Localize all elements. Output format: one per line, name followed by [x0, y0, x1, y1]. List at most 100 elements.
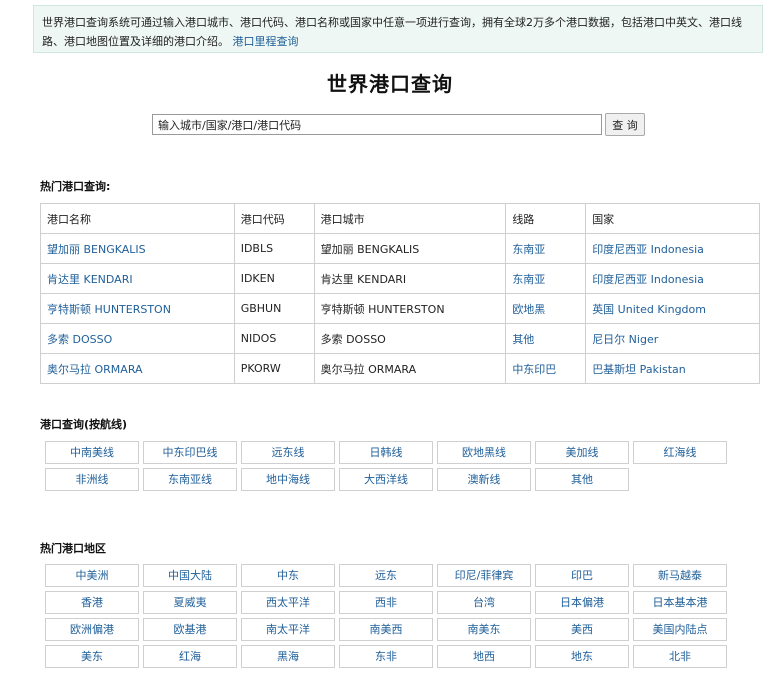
table-cell: 其他 [505, 323, 587, 354]
table-cell: NIDOS [233, 323, 315, 354]
route-button[interactable]: 东南亚线 [143, 468, 237, 491]
country-link[interactable]: 英国 United Kingdom [592, 303, 706, 316]
table-cell: IDBLS [233, 233, 315, 264]
region-button[interactable]: 美东 [45, 645, 139, 668]
region-button[interactable]: 印巴 [535, 564, 629, 587]
column-header: 港口城市 [313, 203, 507, 234]
port-mileage-link[interactable]: 港口里程查询 [233, 35, 299, 48]
country-link[interactable]: 巴基斯坦 Pakistan [592, 363, 686, 376]
route-link[interactable]: 东南亚 [512, 273, 545, 286]
region-button[interactable]: 西太平洋 [241, 591, 335, 614]
table-row: 奥尔马拉 ORMARA PKORW 奥尔马拉 ORMARA 中东印巴 巴基斯坦 Paki… [40, 353, 760, 384]
route-button[interactable]: 中南美线 [45, 441, 139, 464]
route-button[interactable]: 美加线 [535, 441, 629, 464]
table-cell: GBHUN [233, 293, 315, 324]
table-cell: 奥尔马拉 ORMARA [40, 353, 235, 384]
table-cell: 亨特斯顿 HUNTERSTON [313, 293, 507, 324]
table-cell: 望加丽 BENGKALIS [313, 233, 507, 264]
table-cell: 奥尔马拉 ORMARA [313, 353, 507, 384]
column-header: 国家 [585, 203, 760, 234]
region-button[interactable]: 台湾 [437, 591, 531, 614]
hot-ports-heading: 热门港口查询: [40, 180, 111, 193]
table-row: 多索 DOSSO NIDOS 多索 DOSSO 其他 尼日尔 Niger [40, 323, 760, 354]
search-button[interactable]: 查 询 [605, 113, 645, 136]
port-name-link[interactable]: 亨特斯顿 HUNTERSTON [47, 303, 171, 316]
intro-notice: 世界港口查询系统可通过输入港口城市、港口代码、港口名称或国家中任意一项进行查询，… [33, 5, 763, 53]
route-button[interactable]: 大西洋线 [339, 468, 433, 491]
route-button[interactable]: 地中海线 [241, 468, 335, 491]
intro-text: 世界港口查询系统可通过输入港口城市、港口代码、港口名称或国家中任意一项进行查询，… [42, 16, 742, 48]
region-button[interactable]: 日本基本港 [633, 591, 727, 614]
route-button[interactable]: 红海线 [633, 441, 727, 464]
region-button[interactable]: 新马越泰 [633, 564, 727, 587]
table-cell: 尼日尔 Niger [585, 323, 760, 354]
table-cell: IDKEN [233, 263, 315, 294]
table-header-row: 港口名称 港口代码 港口城市 线路 国家 [40, 203, 760, 234]
table-cell: 多索 DOSSO [40, 323, 235, 354]
column-header: 港口代码 [233, 203, 315, 234]
region-button[interactable]: 远东 [339, 564, 433, 587]
country-link[interactable]: 印度尼西亚 Indonesia [592, 243, 704, 256]
route-button[interactable]: 非洲线 [45, 468, 139, 491]
route-button[interactable]: 日韩线 [339, 441, 433, 464]
table-cell: 中东印巴 [505, 353, 587, 384]
route-link[interactable]: 欧地黑 [512, 303, 545, 316]
table-cell: 肯达里 KENDARI [40, 263, 235, 294]
route-button[interactable]: 欧地黑线 [437, 441, 531, 464]
region-button[interactable]: 南美东 [437, 618, 531, 641]
region-button[interactable]: 中东 [241, 564, 335, 587]
country-link[interactable]: 尼日尔 Niger [592, 333, 658, 346]
region-button[interactable]: 香港 [45, 591, 139, 614]
route-link[interactable]: 其他 [512, 333, 534, 346]
region-button[interactable]: 黑海 [241, 645, 335, 668]
routes-heading: 港口查询(按航线) [40, 418, 128, 431]
region-button[interactable]: 东非 [339, 645, 433, 668]
table-row: 望加丽 BENGKALIS IDBLS 望加丽 BENGKALIS 东南亚 印度尼西亚 … [40, 233, 760, 264]
table-cell: 肯达里 KENDARI [313, 263, 507, 294]
regions-heading: 热门港口地区 [40, 542, 106, 555]
region-button[interactable]: 欧洲偏港 [45, 618, 139, 641]
region-button[interactable]: 中国大陆 [143, 564, 237, 587]
table-cell: 多索 DOSSO [313, 323, 507, 354]
region-button[interactable]: 南太平洋 [241, 618, 335, 641]
table-row: 亨特斯顿 HUNTERSTON GBHUN 亨特斯顿 HUNTERSTON 欧地黑 英国… [40, 293, 760, 324]
region-button[interactable]: 日本偏港 [535, 591, 629, 614]
table-cell: 亨特斯顿 HUNTERSTON [40, 293, 235, 324]
port-name-link[interactable]: 肯达里 KENDARI [47, 273, 133, 286]
route-link[interactable]: 东南亚 [512, 243, 545, 256]
port-name-link[interactable]: 望加丽 BENGKALIS [47, 243, 146, 256]
column-header: 港口名称 [40, 203, 235, 234]
port-name-link[interactable]: 多索 DOSSO [47, 333, 112, 346]
country-link[interactable]: 印度尼西亚 Indonesia [592, 273, 704, 286]
region-button[interactable]: 西非 [339, 591, 433, 614]
search-input[interactable] [152, 114, 602, 135]
table-row: 肯达里 KENDARI IDKEN 肯达里 KENDARI 东南亚 印度尼西亚 Indo… [40, 263, 760, 294]
region-button[interactable]: 地东 [535, 645, 629, 668]
region-button[interactable]: 印尼/菲律宾 [437, 564, 531, 587]
table-cell: 东南亚 [505, 263, 587, 294]
route-button[interactable]: 远东线 [241, 441, 335, 464]
table-cell: 东南亚 [505, 233, 587, 264]
table-cell: 印度尼西亚 Indonesia [585, 263, 760, 294]
regions-grid: 中美洲 中国大陆 中东 远东 印尼/菲律宾 印巴 新马越泰香港 夏威夷 西太平洋 西非 台湾 日本偏港… [45, 564, 727, 668]
region-button[interactable]: 红海 [143, 645, 237, 668]
table-cell: 欧地黑 [505, 293, 587, 324]
region-button[interactable]: 夏威夷 [143, 591, 237, 614]
port-name-link[interactable]: 奥尔马拉 ORMARA [47, 363, 143, 376]
route-link[interactable]: 中东印巴 [512, 363, 556, 376]
routes-grid: 中南美线 中东印巴线 远东线 日韩线 欧地黑线 美加线 红海线非洲线 东南亚线 地中海线 大西洋线… [45, 441, 727, 491]
region-button[interactable]: 美西 [535, 618, 629, 641]
page-title: 世界港口查询 [327, 72, 453, 96]
route-button[interactable]: 澳新线 [437, 468, 531, 491]
hot-ports-table: 港口名称 港口代码 港口城市 线路 国家 望加丽 BENGKALIS IDBLS 望加丽 BE… [40, 203, 760, 384]
table-cell: 印度尼西亚 Indonesia [585, 233, 760, 264]
region-button[interactable]: 北非 [633, 645, 727, 668]
route-button[interactable]: 中东印巴线 [143, 441, 237, 464]
region-button[interactable]: 中美洲 [45, 564, 139, 587]
region-button[interactable]: 南美西 [339, 618, 433, 641]
route-button[interactable]: 其他 [535, 468, 629, 491]
table-cell: PKORW [233, 353, 315, 384]
region-button[interactable]: 欧基港 [143, 618, 237, 641]
region-button[interactable]: 地西 [437, 645, 531, 668]
region-button[interactable]: 美国内陆点 [633, 618, 727, 641]
